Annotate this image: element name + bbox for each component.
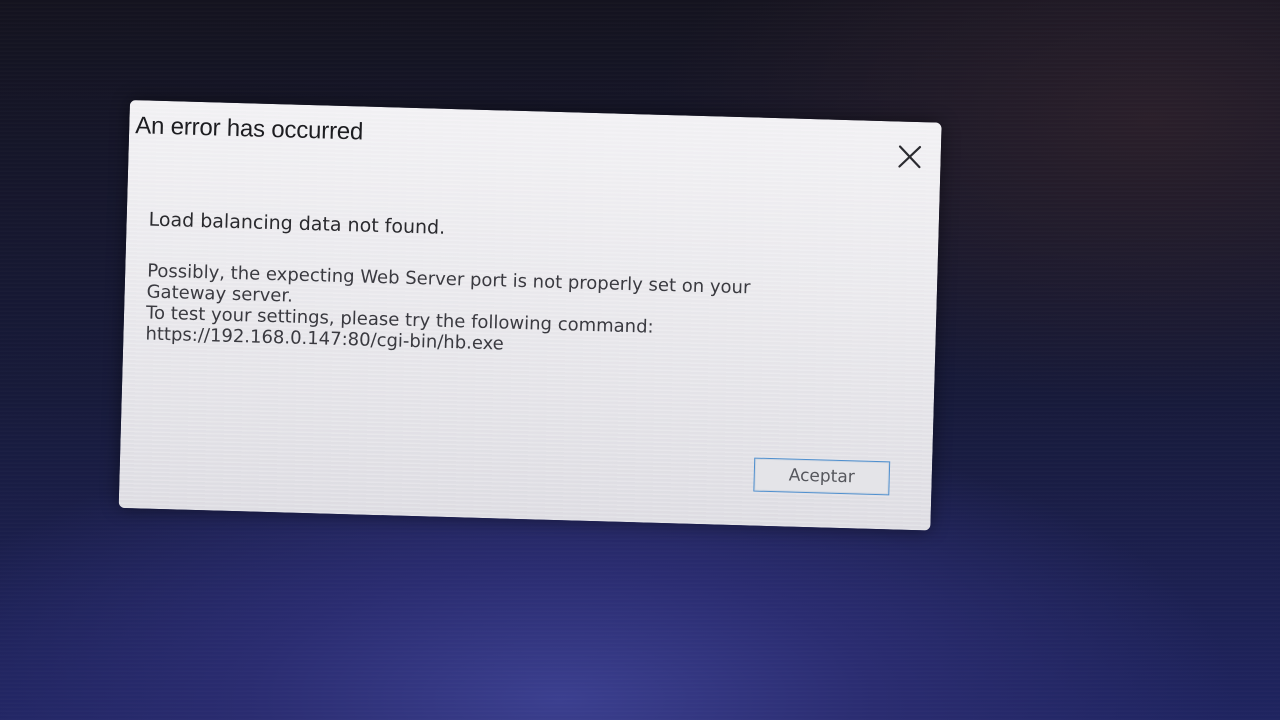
error-dialog: An error has occurred Load balancing dat… [118, 100, 942, 531]
close-button[interactable] [892, 139, 927, 174]
aceptar-button[interactable]: Aceptar [753, 457, 891, 496]
close-icon [898, 145, 922, 169]
dialog-title-bar: An error has occurred [128, 100, 942, 193]
error-heading: Load balancing data not found. [148, 208, 446, 239]
error-message: Possibly, the expecting Web Server port … [145, 261, 887, 366]
dialog-title: An error has occurred [134, 112, 364, 146]
